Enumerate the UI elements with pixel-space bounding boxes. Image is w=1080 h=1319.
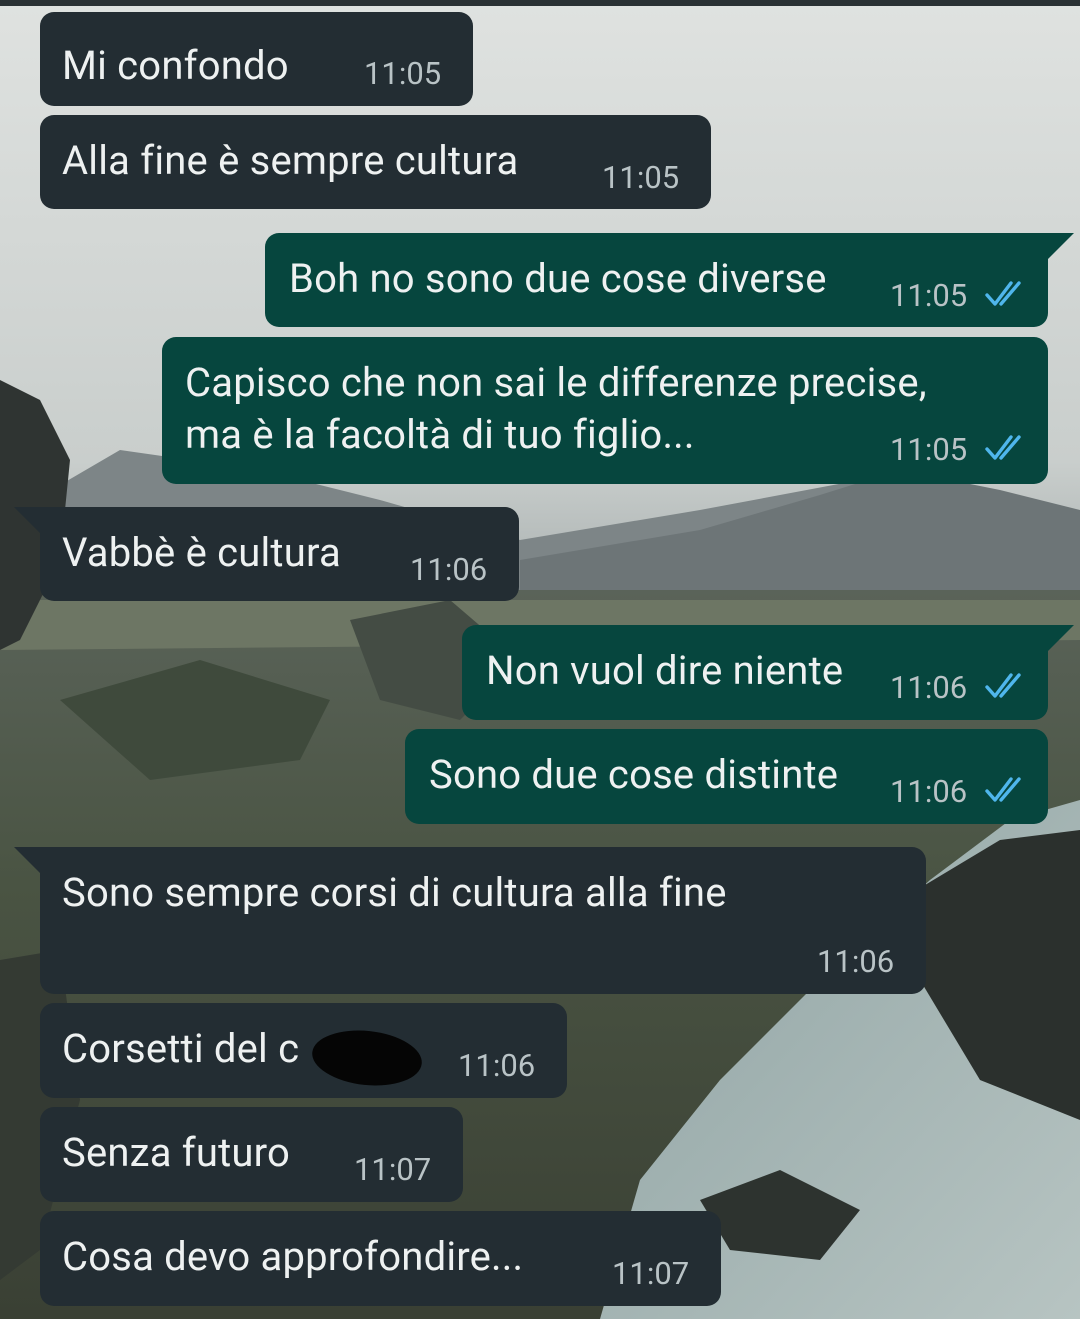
message-bubble-incoming[interactable]: Vabbè è cultura 11:06 (14, 507, 519, 601)
message-bubble-outgoing[interactable]: Boh no sono due cose diverse 11:05 (265, 233, 1074, 327)
message-bubble-incoming[interactable]: Mi confondo 11:05 (40, 12, 473, 106)
message-time: 11:05 (602, 159, 680, 196)
message-time: 11:05 (364, 55, 442, 92)
message-text-line-1: Capisco che non sai le differenze precis… (185, 359, 927, 406)
message-text: Cosa devo approfondire... (62, 1233, 524, 1280)
double-check-icon (985, 281, 1021, 306)
message-text: Senza futuro (62, 1129, 291, 1176)
message-time: 11:07 (354, 1151, 432, 1188)
message-bubble-incoming[interactable]: Senza futuro 11:07 (40, 1107, 463, 1202)
bubble-tail (1048, 625, 1074, 651)
message-bubble-outgoing[interactable]: Capisco che non sai le differenze precis… (162, 337, 1048, 484)
message-time: 11:06 (890, 773, 968, 810)
message-bubble-outgoing[interactable]: Non vuol dire niente 11:06 (462, 625, 1074, 720)
message-bubble-incoming[interactable]: Sono sempre corsi di cultura alla fine 1… (14, 847, 926, 994)
double-check-icon (985, 777, 1021, 802)
bubble-tail (14, 507, 40, 533)
message-bubble-incoming[interactable]: Alla fine è sempre cultura 11:05 (40, 115, 711, 209)
message-time: 11:06 (410, 551, 488, 588)
message-time: 11:06 (817, 943, 895, 980)
message-bubble-incoming[interactable]: Corsetti del c 11:06 (40, 1003, 567, 1098)
message-text: Boh no sono due cose diverse (289, 255, 827, 302)
bubble-tail (14, 847, 40, 873)
message-time: 11:07 (612, 1255, 690, 1292)
message-text: Vabbè è cultura (62, 529, 341, 576)
redaction-mark (309, 1025, 425, 1091)
double-check-icon (985, 673, 1021, 698)
message-bubble-incoming[interactable]: Cosa devo approfondire... 11:07 (40, 1211, 721, 1306)
message-text: Mi confondo (62, 42, 289, 89)
double-check-icon (985, 435, 1021, 460)
message-time: 11:05 (890, 431, 968, 468)
message-text: Sono sempre corsi di cultura alla fine (62, 869, 727, 916)
message-text: Sono due cose distinte (429, 751, 839, 798)
message-time: 11:05 (890, 277, 968, 314)
bubble-tail (1048, 233, 1074, 259)
message-text: Corsetti del c (62, 1025, 300, 1072)
status-bar-strip (0, 0, 1080, 6)
message-text-line-2: ma è la facoltà di tuo figlio... (185, 411, 695, 458)
message-time: 11:06 (890, 669, 968, 706)
message-text: Alla fine è sempre cultura (62, 137, 519, 184)
message-time: 11:06 (458, 1047, 536, 1084)
message-text: Non vuol dire niente (486, 647, 844, 694)
message-bubble-outgoing[interactable]: Sono due cose distinte 11:06 (405, 729, 1048, 824)
